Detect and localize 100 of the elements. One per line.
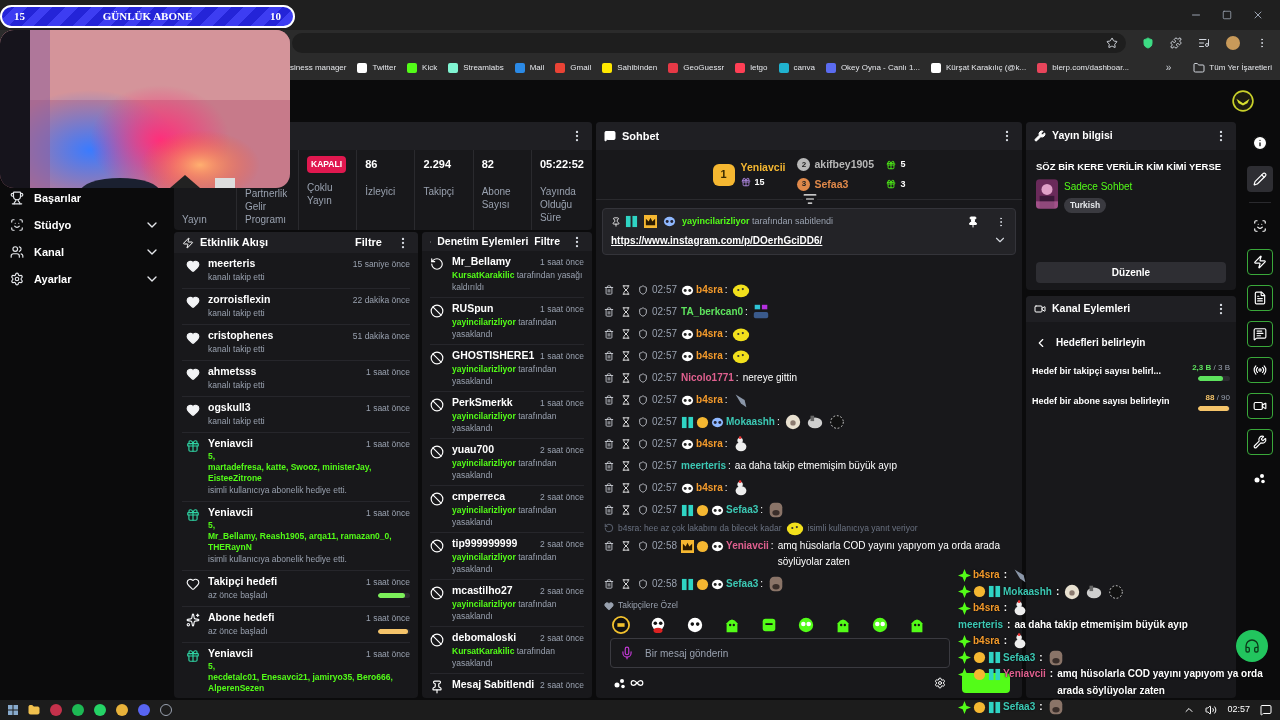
shield-icon[interactable] [1142,36,1154,49]
volume-icon[interactable] [1205,704,1218,716]
category-link[interactable]: Sadece Sohbet [1064,179,1133,195]
chat-username[interactable]: b4sra [973,633,1000,650]
shield-icon[interactable] [638,285,648,296]
shield-icon[interactable] [638,439,648,450]
chat-username[interactable]: Sefaa3 [726,502,759,519]
pin-icon[interactable] [967,215,979,228]
timeout-icon[interactable] [621,351,631,362]
bookmark-link[interactable]: Streamlabs [447,61,504,74]
bookmark-link[interactable]: Sahibinden [601,61,658,74]
windows-icon[interactable] [8,705,18,715]
timeout-icon[interactable] [621,439,631,450]
shield-icon[interactable] [638,351,648,362]
delete-icon[interactable] [604,329,614,340]
delete-icon[interactable] [604,351,614,362]
chat-username[interactable]: b4sra [973,567,1000,584]
delete-icon[interactable] [604,541,614,552]
shield-icon[interactable] [638,579,648,590]
close-icon[interactable] [1252,9,1264,21]
chat-username[interactable]: Yeniavcii [1003,666,1046,683]
shield-icon[interactable] [638,483,648,494]
rail-button[interactable] [1247,166,1273,192]
delete-icon[interactable] [604,285,614,296]
pinned-link[interactable]: https://www.instagram.com/p/DOerhGciDD6/ [611,232,823,248]
media-icon[interactable] [1198,36,1210,49]
shield-icon[interactable] [638,373,648,384]
sidebar-item[interactable]: Başarılar [10,188,160,208]
sidebar-item[interactable]: Ayarlar [10,269,160,289]
chat-username[interactable]: Nicolo1771 [681,370,734,387]
delete-icon[interactable] [604,307,614,318]
chat-username[interactable]: Yeniavcii [726,538,769,555]
chat-username[interactable]: b4sra [696,392,723,409]
shield-icon[interactable] [638,307,648,318]
timeout-icon[interactable] [621,307,631,318]
delete-icon[interactable] [604,395,614,406]
bookmark-link[interactable]: Kick [406,61,438,74]
bookmark-link[interactable]: canva [777,61,815,74]
timeout-icon[interactable] [621,373,631,384]
chat-username[interactable]: Mokaashh [1003,583,1052,600]
timeout-icon[interactable] [621,417,631,428]
rail-button[interactable] [1247,393,1273,419]
delete-icon[interactable] [604,483,614,494]
bookmark-link[interactable]: Mail [513,61,545,74]
bookmark-link[interactable]: Kürşat Karakılıç (@k... [930,61,1027,74]
message-input[interactable]: Bir mesaj gönderin [610,638,950,668]
delete-icon[interactable] [604,373,614,384]
timeout-icon[interactable] [621,329,631,340]
app-icon[interactable] [138,704,150,716]
chat-username[interactable]: b4sra [696,282,723,299]
timeout-icon[interactable] [621,505,631,516]
goal-row[interactable]: Hedef bir takipçi sayısı belirl... 2,3 B / 3 B [1032,362,1230,381]
chat-username[interactable]: meerteris [681,458,727,475]
timeout-icon[interactable] [621,483,631,494]
filter-button[interactable]: Filtre [355,234,382,251]
notifications-icon[interactable] [1260,704,1272,716]
app-icon[interactable] [72,704,84,716]
avatar[interactable] [1226,35,1240,50]
edit-button[interactable]: Düzenle [1036,262,1226,283]
bookmark-link[interactable]: GeoGuessr [667,61,725,74]
chat-username[interactable]: b4sra [973,600,1000,617]
chat-username[interactable]: Sefaa3 [1003,699,1036,716]
delete-icon[interactable] [604,579,614,590]
bookmark-link[interactable]: siness manager [290,61,347,74]
app-icon[interactable] [116,704,128,716]
goal-row[interactable]: Hedef bir abone sayısı belirleyin 88 / 90 [1032,392,1230,411]
chat-username[interactable]: Mokaashh [726,414,775,431]
delete-icon[interactable] [604,505,614,516]
more-bookmarks-button[interactable]: » [1165,60,1172,75]
maximize-icon[interactable] [1222,10,1232,20]
chat-username[interactable]: Sefaa3 [1003,649,1036,666]
rail-button[interactable] [1247,321,1273,347]
chat-username[interactable]: meerteris [958,616,1004,633]
bookmark-folder-link[interactable]: Tüm Yer İşaretleri [1193,61,1272,74]
bookmark-link[interactable]: Gmail [554,61,592,74]
timeout-icon[interactable] [621,541,631,552]
bookmark-link[interactable]: letgo [734,61,768,74]
headset-button[interactable] [1236,630,1268,662]
dots-icon[interactable] [614,677,626,689]
back-button[interactable]: Hedefleri belirleyin [1026,335,1236,350]
extensions-icon[interactable] [1170,36,1182,49]
shield-icon[interactable] [638,417,648,428]
bookmark-link[interactable]: Twitter [356,61,397,74]
timeout-icon[interactable] [621,579,631,590]
sidebar-item[interactable]: Kanal [10,242,160,262]
filter-button[interactable]: Filtre [534,233,560,250]
sidebar-item[interactable]: Stüdyo [10,215,160,235]
chat-username[interactable]: b4sra [696,326,723,343]
chat-username[interactable]: b4sra [696,436,723,453]
bookmark-star-icon[interactable] [1106,36,1118,49]
timeout-icon[interactable] [621,461,631,472]
chat-username[interactable]: TA_berkcan0 [681,304,744,321]
timeout-icon[interactable] [621,285,631,296]
bookmark-link[interactable]: Okey Oyna - Canlı 1... [824,61,920,74]
shield-icon[interactable] [638,505,648,516]
rail-button[interactable] [1247,285,1273,311]
chat-username[interactable]: Sefaa3 [726,576,759,593]
settings-icon[interactable] [934,677,946,689]
shield-icon[interactable] [638,329,648,340]
logo-icon[interactable] [1232,90,1254,112]
